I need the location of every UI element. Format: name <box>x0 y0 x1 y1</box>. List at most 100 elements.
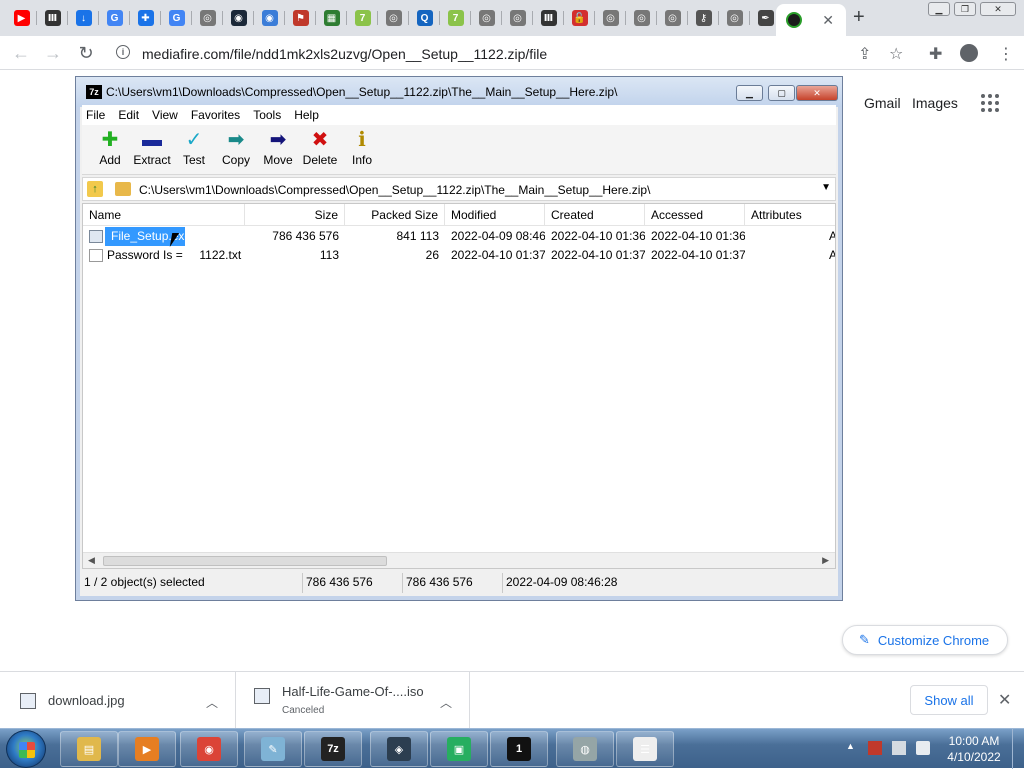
taskbar-app[interactable]: ✎ <box>244 731 302 767</box>
column-attributes[interactable]: Attributes <box>745 204 835 226</box>
up-folder-icon[interactable]: ↑ <box>87 181 103 197</box>
tab[interactable]: ⚷ <box>688 4 719 32</box>
volume-icon[interactable] <box>916 741 930 755</box>
extensions-icon[interactable]: ✚ <box>929 44 942 64</box>
download-item[interactable]: Half-Life-Game-Of-....iso Canceled ︿ <box>236 672 470 729</box>
column-name[interactable]: Name <box>83 204 245 226</box>
back-button[interactable]: ← <box>10 42 32 64</box>
network-icon[interactable] <box>892 741 906 755</box>
scroll-left-icon[interactable]: ◀ <box>88 555 95 566</box>
tab[interactable]: ▶ <box>6 4 37 32</box>
address-bar[interactable]: i mediafire.com/file/ndd1mk2xls2uzvg/Ope… <box>106 39 922 67</box>
column-accessed[interactable]: Accessed <box>645 204 745 226</box>
tab[interactable]: G <box>99 4 130 32</box>
scrollbar-thumb[interactable] <box>103 556 387 566</box>
tab[interactable]: ◎ <box>192 4 223 32</box>
taskbar-app[interactable]: 1 <box>490 731 548 767</box>
tab[interactable]: ✚ <box>130 4 161 32</box>
close-shelf-icon[interactable]: ✕ <box>998 690 1011 710</box>
restore-window-button[interactable]: ❐ <box>954 2 976 16</box>
taskbar-app[interactable]: ◍ <box>556 731 614 767</box>
column-size[interactable]: Size <box>245 204 345 226</box>
tab[interactable]: ◎ <box>378 4 409 32</box>
minimize-window-button[interactable]: ▁ <box>928 2 950 16</box>
menu-dots-icon[interactable]: ⋮ <box>998 44 1014 64</box>
taskbar-app[interactable]: ◈ <box>370 731 428 767</box>
column-created[interactable]: Created <box>545 204 645 226</box>
chevron-up-icon[interactable]: ︿ <box>440 694 452 711</box>
path-input[interactable]: C:\Users\vm1\Downloads\Compressed\Open__… <box>139 183 650 197</box>
horizontal-scrollbar[interactable]: ◀ ▶ <box>83 552 835 568</box>
taskbar-app[interactable]: ▤ <box>60 731 118 767</box>
show-desktop-button[interactable] <box>1012 729 1024 769</box>
share-icon[interactable]: ⇪ <box>858 44 871 64</box>
tab[interactable]: ⚑ <box>285 4 316 32</box>
chevron-up-icon[interactable]: ︿ <box>206 694 218 711</box>
images-link[interactable]: Images <box>912 95 958 111</box>
download-item[interactable]: download.jpg ︿ <box>0 672 236 729</box>
close-window-button[interactable]: ✕ <box>980 2 1016 16</box>
clock-time[interactable]: 10:00 AM <box>948 734 1000 748</box>
tab[interactable]: 7 <box>440 4 471 32</box>
tab[interactable]: ◎ <box>719 4 750 32</box>
new-tab-button[interactable]: + <box>853 6 865 29</box>
sevenzip-maximize-button[interactable]: ▢ <box>768 85 795 101</box>
close-tab-icon[interactable]: ✕ <box>822 12 834 29</box>
tool-extract-button[interactable]: ▬ Extract <box>130 129 174 167</box>
tray-expand-icon[interactable]: ▲ <box>846 741 855 751</box>
column-modified[interactable]: Modified <box>445 204 545 226</box>
path-bar[interactable]: ↑ C:\Users\vm1\Downloads\Compressed\Open… <box>82 177 836 201</box>
tool-test-button[interactable]: ✓ Test <box>172 129 216 167</box>
tab[interactable]: ↓ <box>68 4 99 32</box>
tab[interactable]: ◎ <box>626 4 657 32</box>
tab[interactable]: ◉ <box>254 4 285 32</box>
taskbar-app[interactable]: 7z <box>304 731 362 767</box>
taskbar-app[interactable]: ☰ <box>616 731 674 767</box>
gmail-link[interactable]: Gmail <box>864 95 901 111</box>
menu-help[interactable]: Help <box>294 108 319 122</box>
taskbar-app[interactable]: ▣ <box>430 731 488 767</box>
file-name[interactable]: Password Is = 1122.txt <box>101 246 247 265</box>
tool-delete-button[interactable]: ✖ Delete <box>298 129 342 167</box>
sevenzip-close-button[interactable]: ✕ <box>796 85 838 101</box>
tab[interactable]: 7 <box>347 4 378 32</box>
table-row[interactable]: Password Is = 1122.txt 113 26 2022-04-10… <box>83 246 835 265</box>
bookmark-star-icon[interactable]: ☆ <box>889 44 903 64</box>
menu-file[interactable]: File <box>86 108 105 122</box>
tab[interactable]: ◎ <box>502 4 533 32</box>
tool-info-button[interactable]: ℹ Info <box>340 129 384 167</box>
chevron-down-icon[interactable]: ▼ <box>821 182 831 193</box>
action-center-icon[interactable] <box>868 741 882 755</box>
url-text[interactable]: mediafire.com/file/ndd1mk2xls2uzvg/Open_… <box>142 46 547 62</box>
tab[interactable]: ◎ <box>471 4 502 32</box>
file-list[interactable]: Name Size Packed Size Modified Created A… <box>82 203 836 569</box>
tab[interactable]: Ⅲ <box>37 4 68 32</box>
tool-add-button[interactable]: ✚ Add <box>88 129 132 167</box>
menu-view[interactable]: View <box>152 108 178 122</box>
tab[interactable]: Q <box>409 4 440 32</box>
sevenzip-titlebar[interactable]: 7z C:\Users\vm1\Downloads\Compressed\Ope… <box>76 77 842 107</box>
clock-date[interactable]: 4/10/2022 <box>944 750 1004 764</box>
profile-avatar-icon[interactable] <box>960 44 978 62</box>
tab[interactable]: G <box>161 4 192 32</box>
google-apps-icon[interactable] <box>981 94 999 112</box>
menu-tools[interactable]: Tools <box>253 108 281 122</box>
menu-edit[interactable]: Edit <box>118 108 139 122</box>
tab[interactable]: Ⅲ <box>533 4 564 32</box>
show-all-button[interactable]: Show all <box>910 685 988 715</box>
sevenzip-minimize-button[interactable]: ▁ <box>736 85 763 101</box>
menu-favorites[interactable]: Favorites <box>191 108 240 122</box>
scroll-right-icon[interactable]: ▶ <box>822 555 829 566</box>
customize-chrome-button[interactable]: ✎ Customize Chrome <box>842 625 1008 655</box>
tab[interactable]: 🔓 <box>564 4 595 32</box>
start-button[interactable] <box>6 730 46 768</box>
tab[interactable]: ▦ <box>316 4 347 32</box>
tab[interactable]: ◎ <box>657 4 688 32</box>
reload-button[interactable]: ↻ <box>75 42 97 64</box>
tool-move-button[interactable]: ➡ Move <box>256 129 300 167</box>
active-tab[interactable]: ✕ <box>776 4 846 36</box>
tool-copy-button[interactable]: ➡ Copy <box>214 129 258 167</box>
taskbar-app[interactable]: ◉ <box>180 731 238 767</box>
tab[interactable]: ◉ <box>223 4 254 32</box>
taskbar-app[interactable]: ▶ <box>118 731 176 767</box>
